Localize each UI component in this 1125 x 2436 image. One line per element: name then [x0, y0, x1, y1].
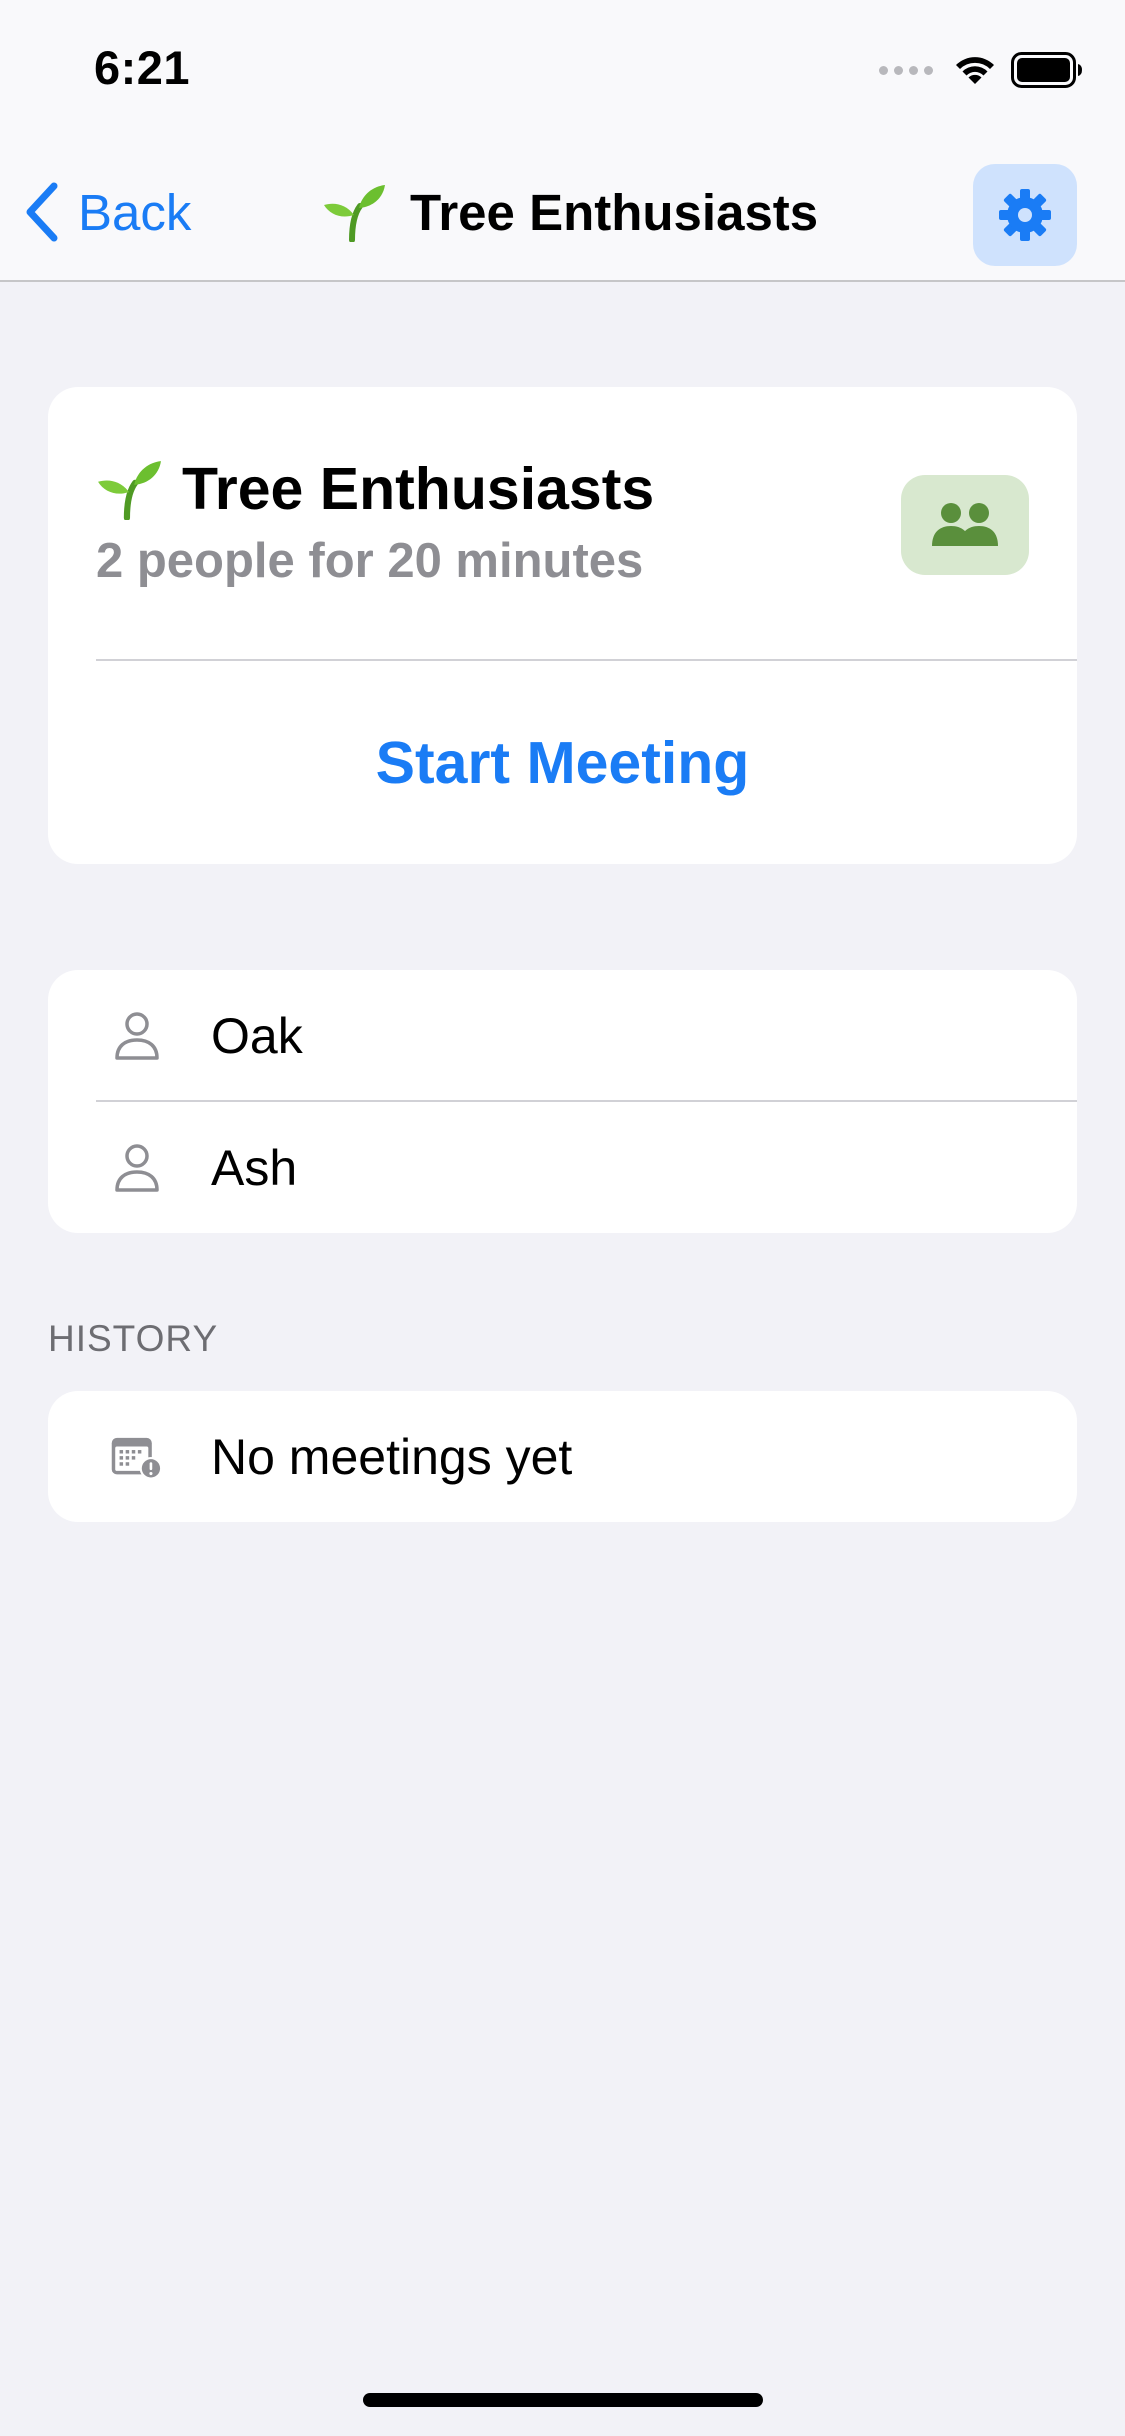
chevron-left-icon — [26, 182, 58, 242]
gear-icon — [999, 189, 1051, 241]
back-button[interactable]: Back — [24, 182, 191, 242]
battery-icon — [1011, 52, 1082, 88]
settings-button[interactable] — [973, 164, 1077, 266]
scrum-title: Tree Enthusiasts — [182, 456, 655, 522]
start-meeting-button[interactable]: Start Meeting — [48, 661, 1077, 864]
cellular-signal-icon — [879, 65, 933, 75]
scrum-header: Tree Enthusiasts — [96, 455, 654, 523]
nav-title-text: Tree Enthusiasts — [410, 183, 819, 241]
person-icon — [110, 1009, 164, 1063]
scrum-subtitle: 2 people for 20 minutes — [96, 534, 644, 588]
attendee-name: Oak — [211, 1007, 303, 1064]
attendee-row: Oak — [48, 970, 1077, 1101]
history-empty-row: No meetings yet — [48, 1391, 1077, 1522]
no-meetings-label: No meetings yet — [211, 1428, 573, 1485]
attendee-row: Ash — [48, 1102, 1077, 1233]
status-bar: 6:21 — [0, 0, 1125, 140]
calendar-badge-exclamationmark-icon — [110, 1430, 164, 1484]
sprout-icon — [98, 461, 161, 520]
wifi-icon — [956, 57, 994, 84]
status-icons — [879, 50, 1083, 90]
history-list: No meetings yet — [48, 1391, 1077, 1522]
attendees-list: Oak Ash — [48, 970, 1077, 1233]
attendee-name: Ash — [211, 1139, 298, 1196]
nav-title: Tree Enthusiasts — [322, 182, 818, 242]
theme-badge — [901, 475, 1029, 575]
status-time: 6:21 — [94, 41, 191, 94]
scrum-info-card: Tree Enthusiasts 2 people for 20 minutes… — [48, 387, 1077, 864]
history-section-header: HISTORY — [48, 1318, 219, 1359]
back-label: Back — [78, 183, 192, 241]
sprout-icon — [324, 185, 385, 242]
people-icon — [932, 503, 998, 546]
navigation-bar: Back Tree Enthusiasts — [0, 140, 1125, 282]
person-icon — [110, 1141, 164, 1195]
home-indicator[interactable] — [363, 2393, 763, 2407]
